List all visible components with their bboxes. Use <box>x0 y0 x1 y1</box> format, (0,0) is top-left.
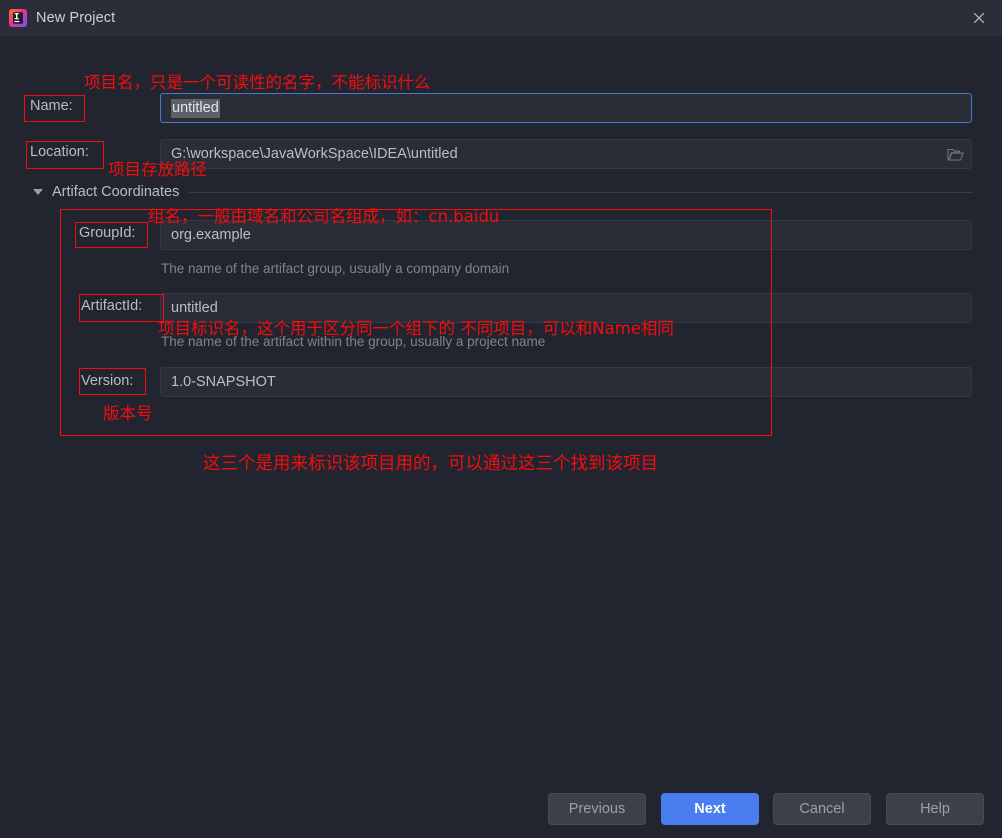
artifactid-label-row: ArtifactId: <box>81 298 142 314</box>
annotation-name-note: 项目名，只是一个可读性的名字，不能标识什么 <box>84 73 431 92</box>
name-input[interactable]: untitled <box>160 93 972 123</box>
help-button[interactable]: Help <box>886 793 984 825</box>
artifactid-input-value: untitled <box>171 300 218 316</box>
triangle-down-icon <box>33 189 43 195</box>
version-label: Version: <box>81 373 134 389</box>
annotation-groupid-note: 组名，一般由域名和公司名组成，如：cn.baidu <box>148 207 500 226</box>
name-input-value: untitled <box>171 98 220 118</box>
folder-open-icon[interactable] <box>938 139 972 169</box>
version-input-value: 1.0-SNAPSHOT <box>171 374 276 390</box>
version-input[interactable]: 1.0-SNAPSHOT <box>160 367 972 397</box>
annotation-location-note: 项目存放路径 <box>108 160 207 179</box>
name-label: Name: <box>30 98 73 114</box>
location-label: Location: <box>30 144 89 160</box>
previous-button[interactable]: Previous <box>548 793 646 825</box>
location-input[interactable]: G:\workspace\JavaWorkSpace\IDEA\untitled <box>160 139 972 169</box>
annotation-version-note: 版本号 <box>103 404 153 423</box>
dialog-content: Name: untitled Location: G:\workspace\Ja… <box>0 36 1002 838</box>
window-title: New Project <box>36 10 116 26</box>
name-label-row: Name: <box>30 98 73 114</box>
intellij-idea-icon <box>9 9 27 27</box>
groupid-input-value: org.example <box>171 227 251 243</box>
groupid-hint: The name of the artifact group, usually … <box>161 261 510 276</box>
annotation-artifactid-note: 项目标识名，这个用于区分同一个组下的 不同项目，可以和Name相同 <box>158 319 674 338</box>
version-label-row: Version: <box>81 373 133 389</box>
groupid-label: GroupId: <box>79 225 136 241</box>
cancel-button[interactable]: Cancel <box>773 793 871 825</box>
groupid-label-row: GroupId: <box>79 225 135 241</box>
location-input-value: G:\workspace\JavaWorkSpace\IDEA\untitled <box>171 146 458 162</box>
artifact-coordinates-title: Artifact Coordinates <box>52 184 180 200</box>
dialog-footer: Previous Next Cancel Help <box>0 782 1002 838</box>
section-divider <box>189 191 973 193</box>
next-button[interactable]: Next <box>661 793 759 825</box>
artifact-coordinates-section-header[interactable]: Artifact Coordinates <box>33 184 973 200</box>
location-label-row: Location: <box>30 144 89 160</box>
close-icon[interactable] <box>956 0 1002 36</box>
annotation-summary-note: 这三个是用来标识该项目用的，可以通过这三个找到该项目 <box>203 454 658 474</box>
window-title-bar: New Project <box>0 0 1002 36</box>
artifactid-label: ArtifactId: <box>81 298 143 314</box>
